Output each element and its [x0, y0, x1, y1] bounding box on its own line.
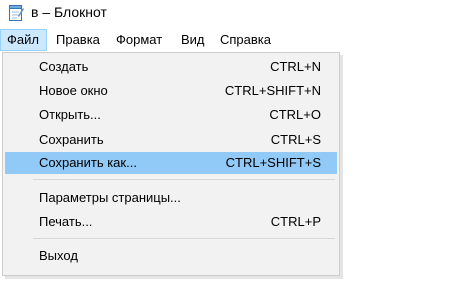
menu-format[interactable]: Формат	[110, 29, 168, 51]
menu-item-open[interactable]: Открыть... CTRL+O	[5, 104, 337, 126]
menu-separator	[33, 179, 335, 180]
menu-view[interactable]: Вид	[175, 29, 211, 51]
menu-item-new-window[interactable]: Новое окно CTRL+SHIFT+N	[5, 80, 337, 102]
menu-item-exit[interactable]: Выход	[5, 245, 337, 267]
menu-item-label: Открыть...	[39, 107, 101, 122]
menu-item-label: Выход	[39, 248, 78, 263]
menu-item-print[interactable]: Печать... CTRL+P	[5, 211, 337, 233]
menu-item-save[interactable]: Сохранить CTRL+S	[5, 129, 337, 151]
menu-item-shortcut: CTRL+P	[270, 214, 321, 229]
menu-edit[interactable]: Правка	[50, 29, 106, 51]
file-menu-dropdown: Создать CTRL+N Новое окно CTRL+SHIFT+N О…	[2, 52, 340, 276]
menu-item-shortcut: CTRL+SHIFT+N	[224, 83, 321, 98]
menu-item-shortcut: CTRL+N	[270, 59, 321, 74]
menu-item-save-as[interactable]: Сохранить как... CTRL+SHIFT+S	[5, 152, 337, 174]
menu-item-label: Параметры страницы...	[39, 190, 181, 205]
notepad-icon	[8, 2, 24, 22]
menu-item-page-setup[interactable]: Параметры страницы...	[5, 187, 337, 209]
menu-item-label: Печать...	[39, 214, 93, 229]
menu-item-label: Новое окно	[39, 83, 108, 98]
menu-item-shortcut: CTRL+S	[270, 132, 321, 147]
menu-item-shortcut: CTRL+O	[269, 107, 321, 122]
menu-item-label: Сохранить как...	[39, 155, 137, 170]
menu-item-label: Сохранить	[39, 132, 104, 147]
menu-item-shortcut: CTRL+SHIFT+S	[225, 155, 321, 170]
window-title: в – Блокнот	[31, 4, 107, 20]
menu-separator	[33, 238, 335, 239]
menu-file[interactable]: Файл	[0, 29, 47, 51]
menu-bar: Файл Правка Формат Вид Справка	[0, 29, 474, 51]
menu-item-new[interactable]: Создать CTRL+N	[5, 56, 337, 78]
menu-item-label: Создать	[39, 59, 89, 74]
title-bar: в – Блокнот	[0, 0, 474, 29]
menu-help[interactable]: Справка	[214, 29, 277, 51]
